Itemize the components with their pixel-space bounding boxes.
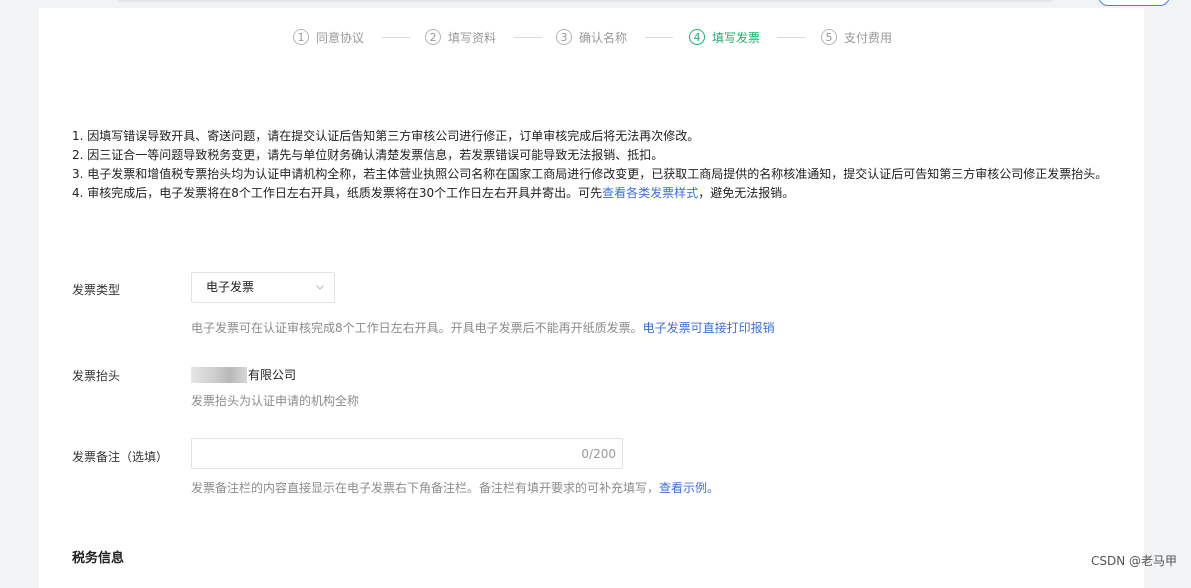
invoice-remark-label: 发票备注（选填） <box>72 450 169 464</box>
step-divider <box>382 37 410 38</box>
invoice-title-label: 发票抬头 <box>72 369 121 383</box>
remark-char-counter: 0/200 <box>581 447 616 461</box>
tax-info-title: 税务信息 <box>72 551 125 566</box>
step-label: 支付费用 <box>844 30 893 45</box>
step-fill-info: 2 填写资料 <box>425 27 496 47</box>
step-divider <box>514 37 542 38</box>
invoice-type-hint-text: 电子发票可在认证审核完成8个工作日左右开具。开具电子发票后不能再开纸质发票。 <box>191 321 643 335</box>
step-agree: 1 同意协议 <box>293 27 364 47</box>
top-button-edge[interactable] <box>1098 0 1170 6</box>
view-example-link[interactable]: 查看示例。 <box>659 481 719 495</box>
notice-line-4-prefix: 4. 审核完成后，电子发票将在8个工作日左右开具，纸质发票将在30个工作日左右开… <box>72 186 603 200</box>
invoice-form-card: 1 同意协议 2 填写资料 3 确认名称 4 填写发票 5 支付费用 1. 因填… <box>39 8 1144 588</box>
chevron-down-icon <box>316 285 324 290</box>
step-divider <box>777 37 805 38</box>
step-number: 5 <box>821 29 837 45</box>
top-search-bar-edge <box>118 0 1053 2</box>
step-label: 确认名称 <box>579 30 628 45</box>
step-number: 4 <box>689 29 705 45</box>
invoice-notice: 1. 因填写错误导致开具、寄送问题，请在提交认证后告知第三方审核公司进行修正，订… <box>72 127 1112 203</box>
view-invoice-styles-link[interactable]: 查看各类发票样式 <box>602 186 698 200</box>
step-number: 1 <box>293 29 309 45</box>
step-label: 填写资料 <box>448 30 497 45</box>
step-number: 2 <box>425 29 441 45</box>
invoice-title-hint: 发票抬头为认证申请的机构全称 <box>191 394 360 408</box>
electronic-invoice-print-link[interactable]: 电子发票可直接打印报销 <box>643 321 775 335</box>
top-bar <box>0 0 1191 8</box>
step-divider <box>645 37 673 38</box>
invoice-remark-hint: 发票备注栏的内容直接显示在电子发票右下角备注栏。备注栏有填开要求的可补充填写，查… <box>191 479 719 496</box>
step-label: 同意协议 <box>316 30 365 45</box>
notice-line-4: 4. 审核完成后，电子发票将在8个工作日左右开具，纸质发票将在30个工作日左右开… <box>72 184 1112 203</box>
step-pay: 5 支付费用 <box>821 27 892 47</box>
notice-line-3: 3. 电子发票和增值税专票抬头均为认证申请机构全称，若主体营业执照公司名称在国家… <box>72 167 1108 181</box>
invoice-type-select[interactable]: 电子发票 <box>191 272 335 303</box>
invoice-remark-input[interactable]: 0/200 <box>191 438 623 469</box>
notice-line-1: 1. 因填写错误导致开具、寄送问题，请在提交认证后告知第三方审核公司进行修正，订… <box>72 129 700 143</box>
watermark: CSDN @老马甲 <box>1090 554 1177 568</box>
invoice-title-value: 有限公司 <box>191 366 296 383</box>
redacted-company-name <box>191 366 247 383</box>
invoice-title-suffix: 有限公司 <box>248 368 297 382</box>
notice-line-2: 2. 因三证合一等问题导致税务变更，请先与单位财务确认清楚发票信息，若发票错误可… <box>72 148 664 162</box>
invoice-type-label: 发票类型 <box>72 283 121 297</box>
notice-line-4-suffix: ，避免无法报销。 <box>698 186 795 200</box>
step-confirm-name: 3 确认名称 <box>556 27 627 47</box>
progress-steps: 1 同意协议 2 填写资料 3 确认名称 4 填写发票 5 支付费用 <box>39 27 1144 47</box>
invoice-type-value: 电子发票 <box>206 280 255 294</box>
invoice-type-hint: 电子发票可在认证审核完成8个工作日左右开具。开具电子发票后不能再开纸质发票。电子… <box>191 319 775 336</box>
step-number: 3 <box>556 29 572 45</box>
invoice-remark-hint-text: 发票备注栏的内容直接显示在电子发票右下角备注栏。备注栏有填开要求的可补充填写， <box>191 481 660 495</box>
step-label: 填写发票 <box>712 30 761 45</box>
step-fill-invoice: 4 填写发票 <box>689 27 760 47</box>
